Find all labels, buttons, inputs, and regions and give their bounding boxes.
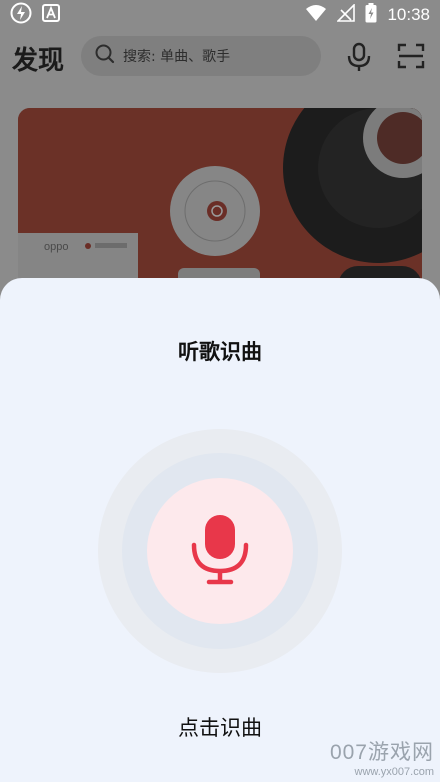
watermark-url: www.yx007.com xyxy=(354,766,434,778)
status-time: 10:38 xyxy=(387,5,430,24)
microphone-icon xyxy=(190,513,250,589)
status-bar: 10:38 xyxy=(0,0,440,30)
page-title: 发现 xyxy=(12,46,65,76)
recognize-mic-button[interactable] xyxy=(147,478,293,624)
app-a-icon xyxy=(42,4,60,26)
search-placeholder: 搜索: 单曲、歌手 xyxy=(123,49,231,65)
mic-icon[interactable] xyxy=(346,42,372,76)
watermark: 007游戏网 www.yx007.com xyxy=(330,736,434,778)
wifi-icon xyxy=(305,4,327,26)
search-input[interactable]: 搜索: 单曲、歌手 xyxy=(81,36,321,76)
watermark-main: 007游戏网 xyxy=(329,741,434,764)
search-icon xyxy=(95,44,115,68)
flash-icon xyxy=(10,2,32,28)
banner-brand-text: oppo xyxy=(44,241,68,253)
scan-icon[interactable] xyxy=(397,42,425,74)
battery-icon xyxy=(365,3,377,27)
signal-icon xyxy=(336,3,356,26)
song-recognition-sheet: 听歌识曲 点击识曲 xyxy=(0,278,440,782)
top-header: 发现 搜索: 单曲、歌手 xyxy=(0,30,440,86)
sheet-title: 听歌识曲 xyxy=(178,340,262,364)
